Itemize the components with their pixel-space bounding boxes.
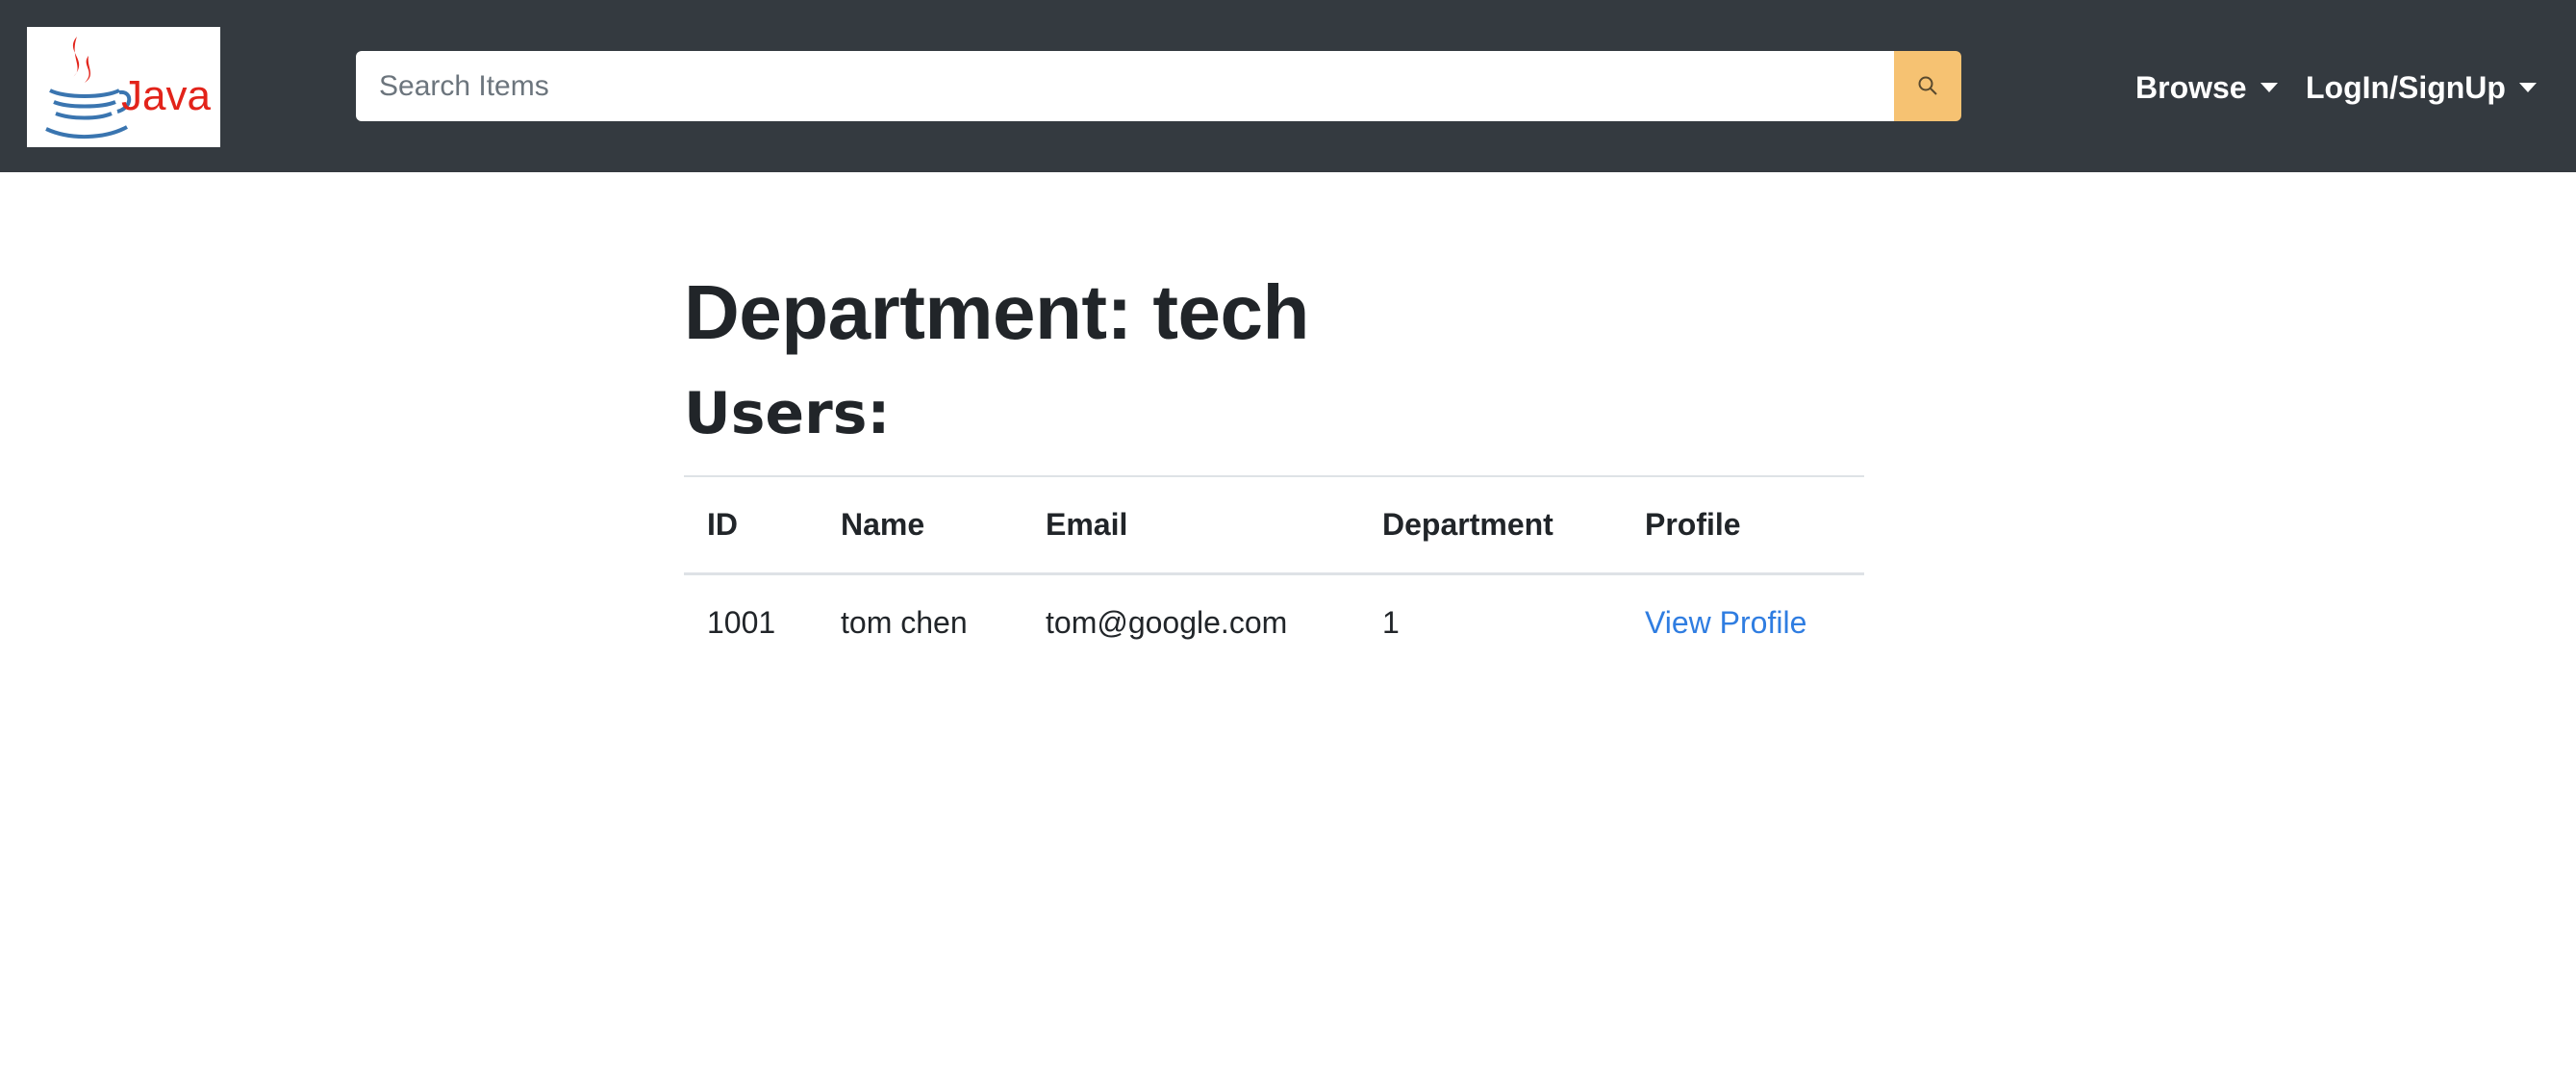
table-row: 1001 tom chen tom@google.com 1 View Prof… <box>684 574 1864 672</box>
header-department: Department <box>1359 475 1622 575</box>
login-signup-dropdown[interactable]: LogIn/SignUp <box>2306 69 2537 106</box>
search-button[interactable] <box>1894 51 1961 121</box>
search-icon <box>1918 76 1937 95</box>
top-navbar: Java Browse LogIn/SignUp <box>0 0 2576 172</box>
java-logo-icon: Java <box>45 37 211 139</box>
header-name: Name <box>818 475 1023 575</box>
cell-department: 1 <box>1382 605 1400 640</box>
cell-name: tom chen <box>841 605 968 640</box>
cell-id: 1001 <box>707 605 776 640</box>
header-id: ID <box>684 475 818 575</box>
search-bar <box>356 51 1961 121</box>
search-input[interactable] <box>356 51 1894 121</box>
cell-profile: View Profile <box>1622 574 1864 672</box>
header-email: Email <box>1023 475 1359 575</box>
browse-dropdown[interactable]: Browse <box>2135 69 2278 106</box>
caret-down-icon <box>2260 83 2278 92</box>
caret-down-icon <box>2518 83 2537 92</box>
java-logo[interactable]: Java <box>27 27 220 147</box>
users-heading: Users: <box>684 380 891 447</box>
svg-text:Java: Java <box>121 72 211 119</box>
browse-label: Browse <box>2135 70 2247 105</box>
users-table: ID Name Email Department Profile 1001 to… <box>684 475 1864 671</box>
view-profile-link[interactable]: View Profile <box>1645 605 1806 640</box>
main-content: Department: tech Users: ID Name Email De… <box>684 250 1864 640</box>
table-header-row: ID Name Email Department Profile <box>684 475 1864 575</box>
cell-email: tom@google.com <box>1046 605 1288 640</box>
page-title: Department: tech <box>684 269 1309 355</box>
login-signup-label: LogIn/SignUp <box>2306 70 2506 105</box>
header-profile: Profile <box>1622 475 1864 575</box>
